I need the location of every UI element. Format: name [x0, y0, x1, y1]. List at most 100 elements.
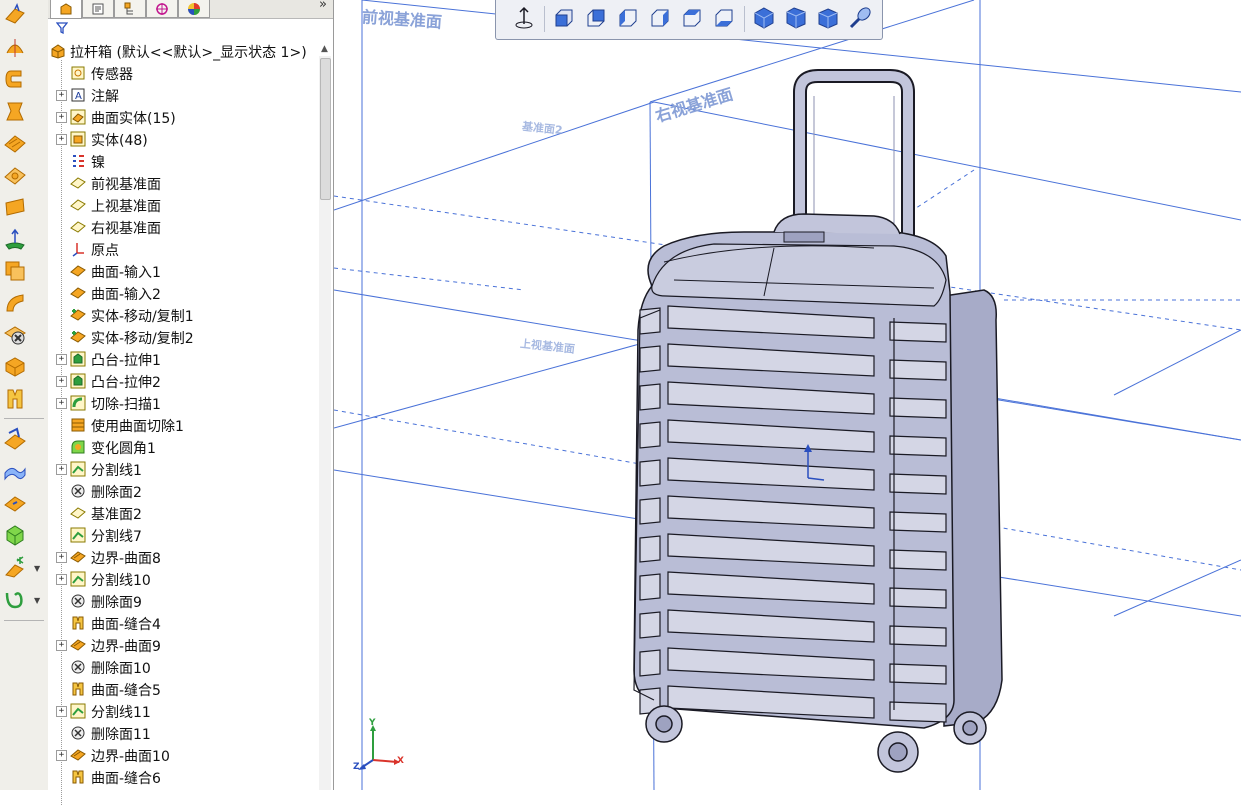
boundary-surface-icon[interactable] — [2, 130, 28, 156]
display-manager-tab[interactable] — [178, 0, 210, 18]
swept-surface-icon[interactable] — [2, 66, 28, 92]
right-view-icon[interactable] — [646, 4, 674, 32]
tree-item[interactable]: + 凸台-拉伸2 — [48, 370, 318, 392]
left-rib — [639, 307, 661, 335]
filled-surface-icon[interactable] — [2, 162, 28, 188]
expand-toggle[interactable]: + — [56, 90, 67, 101]
split-line-icon — [70, 527, 86, 543]
tree-item[interactable]: 曲面-缝合4 — [48, 612, 318, 634]
variable-fillet-icon — [70, 439, 86, 455]
normal-to-icon[interactable] — [510, 4, 538, 32]
expand-toggle[interactable]: + — [56, 706, 67, 717]
scroll-up-icon[interactable]: ▲ — [321, 44, 328, 54]
trimetric-view-icon[interactable] — [782, 4, 810, 32]
expand-toggle[interactable]: + — [56, 134, 67, 145]
tree-item[interactable]: + 边界-曲面9 — [48, 634, 318, 656]
solid-bodies-icon — [70, 131, 86, 147]
tree-item[interactable]: 使用曲面切除1 — [48, 414, 318, 436]
mid-surface-icon[interactable] — [2, 554, 28, 580]
untrim-surface-icon[interactable] — [2, 490, 28, 516]
lofted-surface-icon[interactable] — [2, 98, 28, 124]
tree-item[interactable]: 曲面-输入2 — [48, 282, 318, 304]
tree-item[interactable]: + 实体(48) — [48, 128, 318, 150]
left-view-icon[interactable] — [614, 4, 642, 32]
side-rib — [889, 359, 947, 381]
thicken-icon[interactable] — [2, 354, 28, 380]
tree-item[interactable]: 变化圆角1 — [48, 436, 318, 458]
front-view-icon[interactable] — [550, 4, 578, 32]
mid-surface-dropdown-icon[interactable]: ▼ — [34, 564, 40, 573]
tree-item[interactable]: 曲面-缝合5 — [48, 678, 318, 700]
tree-item[interactable]: 传感器 — [48, 62, 318, 84]
ruled-surface-icon[interactable] — [2, 258, 28, 284]
tree-item[interactable]: 删除面2 — [48, 480, 318, 502]
graphics-viewport[interactable]: 前视基准面 右视基准面 基准面2 上视基准面 — [334, 0, 1241, 790]
tree-item[interactable]: 前视基准面 — [48, 172, 318, 194]
plane-icon — [70, 219, 86, 235]
revolved-surface-icon[interactable] — [2, 34, 28, 60]
feature-manager-tab[interactable] — [50, 0, 82, 19]
tree-item-label: 分割线10 — [91, 573, 151, 589]
tree-item[interactable]: + 边界-曲面8 — [48, 546, 318, 568]
expand-toggle[interactable]: + — [56, 574, 67, 585]
dimetric-view-icon[interactable] — [814, 4, 842, 32]
offset-surface-icon[interactable] — [2, 226, 28, 252]
back-view-icon[interactable] — [582, 4, 610, 32]
tree-item[interactable]: 右视基准面 — [48, 216, 318, 238]
tree-item[interactable]: + 切除-扫描1 — [48, 392, 318, 414]
tree-item[interactable]: + 分割线1 — [48, 458, 318, 480]
expand-toggle[interactable]: + — [56, 750, 67, 761]
tree-item[interactable]: + 边界-曲面10 — [48, 744, 318, 766]
surface-cut-icon[interactable] — [2, 426, 28, 452]
tree-item[interactable]: 镍 — [48, 150, 318, 172]
tree-item[interactable]: 原点 — [48, 238, 318, 260]
filter-icon[interactable] — [56, 22, 68, 34]
extrude-boss-icon — [70, 373, 86, 389]
tree-item[interactable]: + 分割线11 — [48, 700, 318, 722]
expand-toggle[interactable]: + — [56, 552, 67, 563]
expand-toggle[interactable]: + — [56, 112, 67, 123]
suitcase-model[interactable] — [633, 69, 1003, 773]
tree-item[interactable]: + 分割线10 — [48, 568, 318, 590]
tree-item[interactable]: 曲面-输入1 — [48, 260, 318, 282]
planar-surface-icon[interactable] — [2, 194, 28, 220]
tree-item[interactable]: 基准面2 — [48, 502, 318, 524]
more-tabs-icon[interactable]: » — [319, 0, 327, 12]
view-selector-icon[interactable] — [846, 4, 874, 32]
model-scene — [334, 0, 1241, 790]
tree-item[interactable]: + 曲面实体(15) — [48, 106, 318, 128]
move-face-icon[interactable] — [2, 522, 28, 548]
tree-scroll-thumb[interactable] — [320, 58, 331, 200]
tree-root[interactable]: 拉杆箱 (默认<<默认>_显示状态 1>) — [48, 40, 318, 62]
tree-item[interactable]: 删除面11 — [48, 722, 318, 744]
expand-toggle[interactable]: + — [56, 376, 67, 387]
property-manager-tab[interactable] — [82, 0, 114, 18]
delete-face-icon[interactable] — [2, 322, 28, 348]
isometric-view-icon[interactable] — [750, 4, 778, 32]
tree-item[interactable]: + A 注解 — [48, 84, 318, 106]
replace-face-icon[interactable] — [2, 458, 28, 484]
tree-item[interactable]: 删除面10 — [48, 656, 318, 678]
boundary-surface-icon — [70, 637, 86, 653]
curves-icon[interactable] — [2, 586, 28, 612]
tree-item[interactable]: 删除面9 — [48, 590, 318, 612]
tree-item[interactable]: 实体-移动/复制1 — [48, 304, 318, 326]
tree-item[interactable]: 曲面-缝合6 — [48, 766, 318, 788]
knit-surface-icon[interactable] — [2, 386, 28, 412]
bottom-view-icon[interactable] — [710, 4, 738, 32]
curves-dropdown-icon[interactable]: ▼ — [34, 596, 40, 605]
left-rib — [639, 459, 661, 487]
tree-item[interactable]: 上视基准面 — [48, 194, 318, 216]
configuration-manager-tab[interactable] — [114, 0, 146, 18]
extend-surface-icon[interactable] — [2, 290, 28, 316]
tree-item[interactable]: 实体-移动/复制2 — [48, 326, 318, 348]
top-view-icon[interactable] — [678, 4, 706, 32]
extruded-surface-icon[interactable] — [2, 2, 28, 28]
expand-toggle[interactable]: + — [56, 354, 67, 365]
tree-item[interactable]: + 凸台-拉伸1 — [48, 348, 318, 370]
expand-toggle[interactable]: + — [56, 640, 67, 651]
expand-toggle[interactable]: + — [56, 464, 67, 475]
expand-toggle[interactable]: + — [56, 398, 67, 409]
dimxpert-tab[interactable] — [146, 0, 178, 18]
tree-item[interactable]: 分割线7 — [48, 524, 318, 546]
